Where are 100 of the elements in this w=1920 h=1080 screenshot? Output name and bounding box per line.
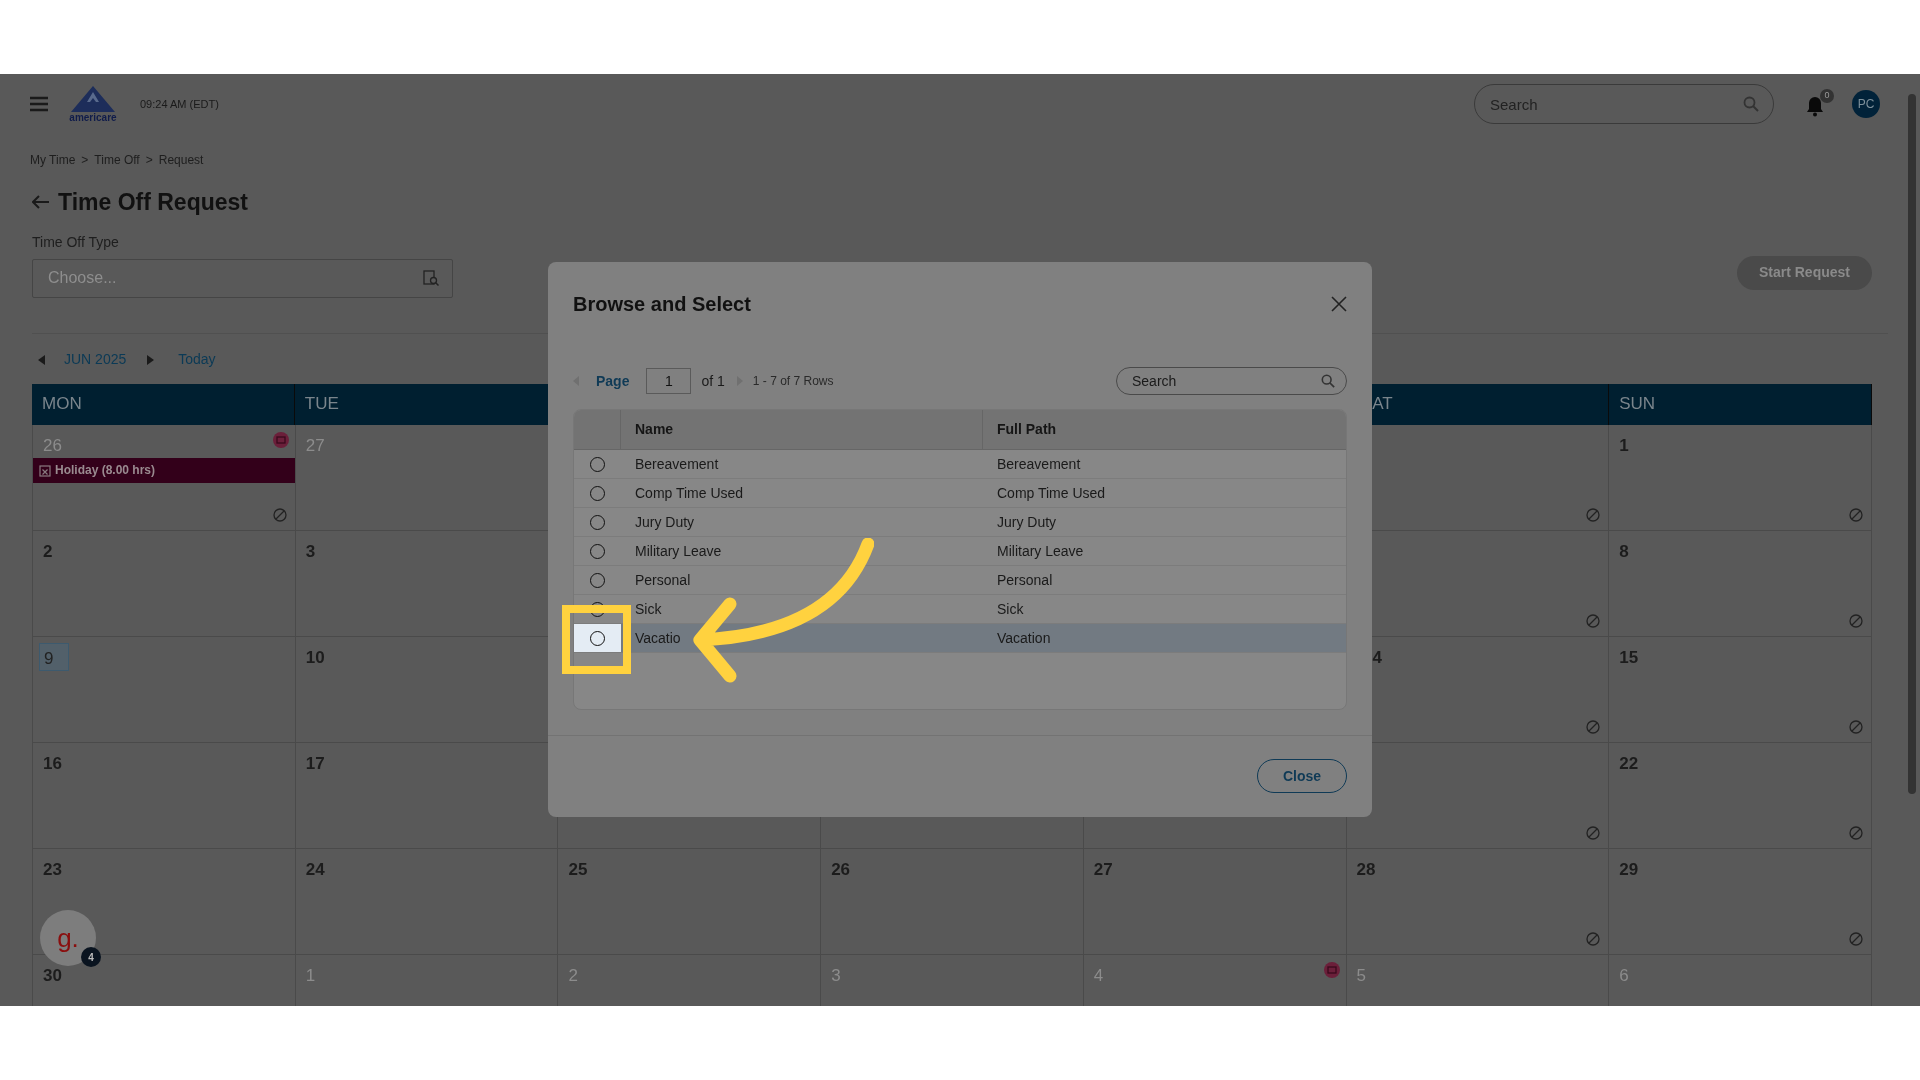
table-cell-text: Comp Time Used — [635, 483, 744, 503]
blocked-icon — [1849, 719, 1863, 734]
mountain-icon — [71, 85, 115, 112]
table-cell-text: Comp Time Used — [997, 483, 1106, 503]
blocked-icon — [1586, 613, 1601, 628]
page-label: Page — [596, 371, 630, 391]
search-field[interactable]: Search — [1474, 84, 1774, 124]
table-row[interactable]: Vacatio Vacation — [574, 624, 1346, 653]
search-icon — [1743, 96, 1759, 112]
breadcrumb-link[interactable]: Request — [158, 151, 204, 169]
table-cell-text: Personal — [997, 570, 1053, 590]
table-cell-text: Bereavement — [635, 454, 719, 474]
calendar-date: 24 — [305, 858, 325, 881]
bell-icon[interactable] — [1804, 95, 1826, 117]
event-label: Holiday (8.00 hrs) — [55, 462, 156, 479]
breadcrumb-separator: > — [145, 152, 153, 169]
blocked-icon — [1849, 613, 1863, 628]
calendar-day-cell[interactable]: 15 — [1609, 636, 1872, 743]
page-count: of 1 — [701, 371, 725, 391]
previous-month-icon[interactable] — [38, 354, 46, 365]
calendar-date: 10 — [305, 646, 325, 669]
calendar-date: 30 — [43, 964, 62, 987]
calendar-date: 1 — [1619, 434, 1629, 457]
blocked-icon — [272, 507, 287, 522]
calendar-date: 22 — [1619, 752, 1639, 775]
calendar-date: 23 — [43, 858, 62, 881]
calendar-date: 17 — [305, 752, 325, 775]
today-link[interactable]: Today — [178, 349, 216, 370]
table-cell-text: Sick — [635, 599, 662, 619]
logo-text: americare — [69, 111, 117, 123]
calendar-date: 3 — [305, 540, 316, 563]
table-cell-text: Personal — [635, 570, 691, 590]
weekday-header: TUE — [303, 393, 339, 416]
blocked-icon — [1849, 825, 1863, 840]
table-cell-text: Vacation — [997, 628, 1051, 648]
calendar-date: 27 — [1093, 858, 1113, 881]
table-cell-text: Military Leave — [997, 541, 1084, 561]
breadcrumb-separator: > — [81, 152, 89, 169]
table-row[interactable]: Jury Duty Jury Duty — [574, 508, 1346, 537]
calendar-day-cell[interactable]: 16 — [33, 742, 296, 849]
calendar-date: 4 — [1372, 646, 1383, 669]
notification-count: 0 — [1820, 89, 1834, 103]
scrollbar[interactable] — [1908, 94, 1916, 794]
dialog-title: Browse and Select — [573, 292, 751, 317]
calendar-date: 28 — [1356, 858, 1376, 881]
holiday-icon — [272, 431, 289, 448]
table-row[interactable]: Bereavement Bereavement — [574, 450, 1346, 479]
breadcrumb-link[interactable]: Time Off — [94, 151, 140, 169]
table-cell-text: Bereavement — [997, 454, 1081, 474]
calendar-icon — [39, 463, 51, 477]
table-cell-text: Sick — [997, 599, 1024, 619]
user-avatar[interactable]: PC — [1852, 90, 1880, 118]
calendar-date: 26 — [831, 858, 851, 881]
calendar-date: 15 — [1619, 646, 1639, 669]
table-cell-text: Vacatio — [635, 628, 681, 648]
calendar-day-cell[interactable]: 26 — [821, 848, 1084, 955]
today-date: 9 — [39, 642, 69, 671]
holiday-icon — [1323, 961, 1340, 978]
close-icon[interactable] — [1331, 296, 1347, 312]
table-cell-text: Jury Duty — [635, 512, 695, 532]
table-row[interactable]: Military Leave Military Leave — [574, 537, 1346, 566]
calendar-day-cell[interactable]: 27 — [1083, 848, 1347, 955]
calendar-day-cell[interactable]: 8 — [1609, 530, 1872, 637]
calendar-date: 25 — [568, 858, 588, 881]
blocked-icon — [1849, 507, 1863, 522]
calendar-day-cell[interactable]: 25 — [558, 848, 822, 955]
calendar-date: 2 — [43, 540, 53, 563]
column-header[interactable]: Full Path — [997, 419, 1057, 440]
menu-icon[interactable] — [30, 96, 48, 112]
table-row[interactable]: Comp Time Used Comp Time Used — [574, 479, 1346, 508]
column-header[interactable]: Name — [635, 419, 674, 440]
calendar-day-cell[interactable]: 28 — [1346, 848, 1610, 955]
table-cell-text: Jury Duty — [997, 512, 1057, 532]
dialog-search-field[interactable]: Search — [1116, 367, 1347, 395]
back-arrow-icon[interactable] — [32, 195, 50, 210]
calendar-day-cell[interactable]: 2 — [33, 530, 296, 637]
logo[interactable]: americare — [62, 85, 124, 123]
table-cell-text: Military Leave — [635, 541, 722, 561]
breadcrumb-link[interactable]: My Time — [30, 151, 76, 169]
page-number-field[interactable]: 1 — [646, 368, 692, 394]
search-icon — [1321, 374, 1335, 388]
calendar-day-cell[interactable]: 22 — [1609, 742, 1872, 849]
weekday-header: MON — [41, 393, 82, 416]
lookup-icon[interactable] — [423, 269, 439, 286]
table-row[interactable]: Personal Personal — [574, 566, 1346, 595]
weekday-header: AT — [1371, 393, 1393, 416]
blocked-icon — [1849, 931, 1863, 946]
holiday-event[interactable]: Holiday (8.00 hrs) — [33, 457, 295, 483]
calendar-date: 8 — [1619, 540, 1629, 563]
row-count: 1 - 7 of 7 Rows — [752, 373, 834, 390]
highlight-frame — [562, 605, 631, 674]
month-label[interactable]: JUN 2025 — [64, 349, 127, 370]
guide-badge: 4 — [81, 947, 101, 967]
calendar-day-cell[interactable]: 24 — [295, 848, 559, 955]
blocked-icon — [1586, 719, 1601, 734]
calendar-day-cell[interactable]: 9 — [33, 636, 296, 743]
calendar-day-cell[interactable]: 1 — [1609, 424, 1872, 531]
field-label: Time Off Type — [32, 232, 120, 252]
calendar-day-cell[interactable]: 29 — [1609, 848, 1872, 955]
next-month-icon[interactable] — [146, 354, 155, 365]
